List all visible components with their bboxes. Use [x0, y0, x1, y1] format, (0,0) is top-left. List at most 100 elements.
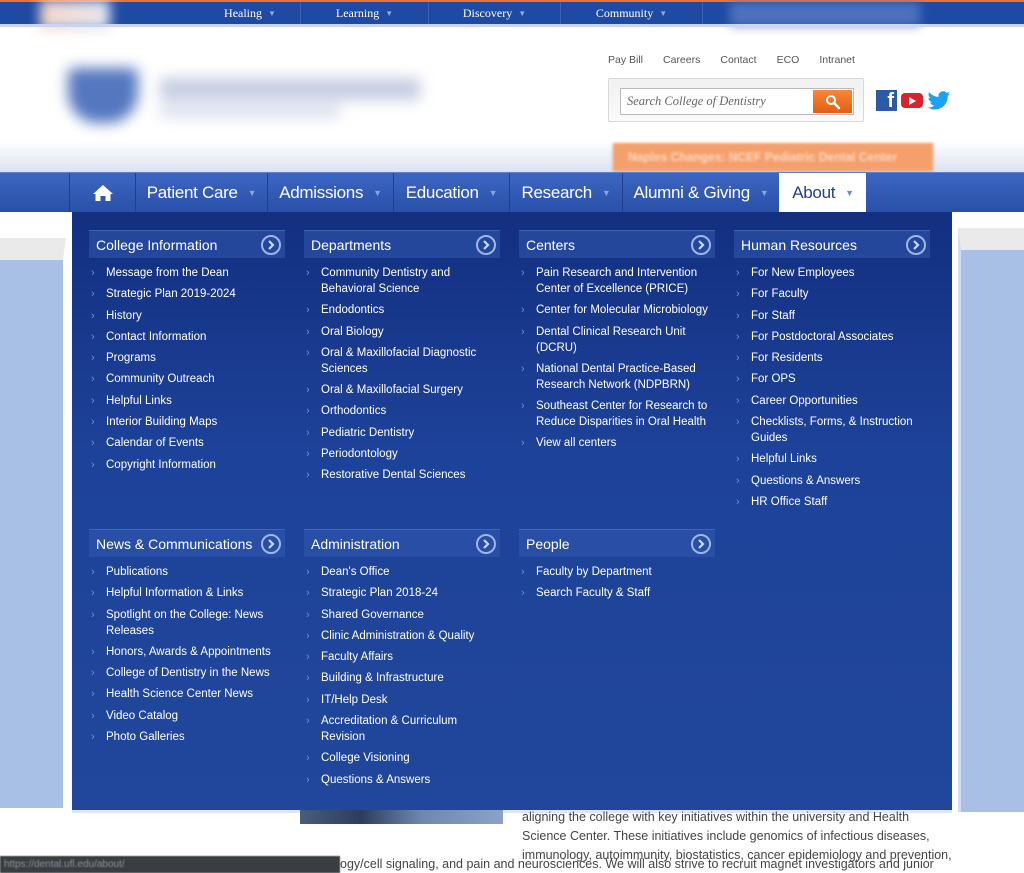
menu-link[interactable]: › Accreditation & Curriculum Revision [304, 713, 500, 745]
menu-link[interactable]: › Community Outreach [89, 371, 285, 387]
circle-arrow-right-icon[interactable] [906, 234, 926, 255]
column-heading[interactable]: Human Resources [734, 230, 930, 258]
menu-link[interactable]: › For Postdoctoral Associates [734, 329, 930, 345]
menu-link[interactable]: › Health Science Center News [89, 686, 285, 702]
column-heading[interactable]: College Information [89, 230, 285, 258]
menu-link[interactable]: › Dean's Office [304, 564, 500, 580]
menu-link[interactable]: › Faculty Affairs [304, 649, 500, 665]
top-nav-learning[interactable]: Learning ▼ [301, 2, 429, 24]
circle-arrow-right-icon[interactable] [261, 234, 281, 255]
menu-link[interactable]: › For Faculty [734, 286, 930, 302]
menu-link[interactable]: › Video Catalog [89, 708, 285, 724]
menu-link[interactable]: › Contact Information [89, 329, 285, 345]
menu-column-college-information: College Information › Message from the Dea… [89, 230, 285, 478]
column-heading[interactable]: Administration [304, 529, 500, 557]
menu-link[interactable]: › For Staff [734, 308, 930, 324]
menu-link[interactable]: › Periodontology [304, 446, 500, 462]
top-nav-community[interactable]: Community ▼ [561, 2, 703, 24]
menu-link[interactable]: › Dental Clinical Research Unit (DCRU) [519, 324, 715, 356]
menu-link[interactable]: › Spotlight on the College: News Releases [89, 607, 285, 639]
facebook-icon[interactable]: f [876, 90, 897, 111]
chevron-right-icon: › [736, 416, 740, 429]
home-button[interactable] [69, 173, 135, 212]
menu-link[interactable]: › IT/Help Desk [304, 692, 500, 708]
menu-link[interactable]: › College Visioning [304, 750, 500, 766]
nav-about[interactable]: About ▼ [779, 173, 866, 212]
menu-link[interactable]: › Oral & Maxillofacial Surgery [304, 382, 500, 398]
menu-link[interactable]: › Helpful Links [734, 451, 930, 467]
search-button[interactable] [813, 90, 852, 113]
menu-link[interactable]: › Questions & Answers [734, 473, 930, 489]
intranet-link[interactable]: Intranet [819, 54, 855, 66]
menu-link-label: History [106, 309, 142, 322]
chevron-right-icon: › [91, 416, 95, 429]
caret-down-icon: ▼ [845, 187, 854, 198]
search-input[interactable] [621, 89, 811, 114]
college-logo[interactable] [60, 60, 430, 140]
twitter-icon[interactable] [927, 90, 951, 111]
menu-link[interactable]: › Endodontics [304, 302, 500, 318]
menu-link[interactable]: › View all centers [519, 435, 715, 451]
menu-link[interactable]: › Calendar of Events [89, 435, 285, 451]
eco-link[interactable]: ECO [777, 54, 800, 66]
menu-link[interactable]: › National Dental Practice-Based Research… [519, 361, 715, 393]
menu-link[interactable]: › Checklists, Forms, & Instruction Guides [734, 414, 930, 446]
circle-arrow-right-icon[interactable] [476, 533, 496, 554]
menu-link[interactable]: › For Residents [734, 350, 930, 366]
top-nav-healing[interactable]: Healing ▼ [200, 2, 301, 24]
circle-arrow-right-icon[interactable] [476, 234, 496, 255]
careers-link[interactable]: Careers [663, 54, 700, 66]
menu-link[interactable]: › Helpful Links [89, 393, 285, 409]
nav-education[interactable]: Education ▼ [393, 173, 509, 212]
nav-alumni-giving[interactable]: Alumni & Giving ▼ [622, 173, 779, 212]
menu-link[interactable]: › Shared Governance [304, 607, 500, 623]
contact-link[interactable]: Contact [720, 54, 756, 66]
menu-link[interactable]: › Career Opportunities [734, 393, 930, 409]
top-nav-discovery[interactable]: Discovery ▼ [429, 2, 561, 24]
menu-column-human-resources: Human Resources › For New Employees › For Fa… [734, 230, 930, 515]
nav-admissions[interactable]: Admissions ▼ [267, 173, 393, 212]
menu-link[interactable]: › Strategic Plan 2018-24 [304, 585, 500, 601]
menu-link[interactable]: › Oral & Maxillofacial Diagnostic Science… [304, 345, 500, 377]
menu-link[interactable]: › Clinic Administration & Quality [304, 628, 500, 644]
youtube-icon[interactable] [901, 93, 923, 108]
status-bar-url: https://dental.ufl.edu/about/ [0, 856, 340, 873]
menu-link[interactable]: › History [89, 308, 285, 324]
menu-link[interactable]: › For New Employees [734, 265, 930, 281]
menu-link[interactable]: › Interior Building Maps [89, 414, 285, 430]
menu-link[interactable]: › Faculty by Department [519, 564, 715, 580]
menu-link[interactable]: › Orthodontics [304, 403, 500, 419]
menu-link[interactable]: › Pediatric Dentistry [304, 425, 500, 441]
nav-patient-care[interactable]: Patient Care ▼ [135, 173, 267, 212]
menu-link[interactable]: › Copyright Information [89, 457, 285, 473]
menu-link[interactable]: › Center for Molecular Microbiology [519, 302, 715, 318]
menu-link[interactable]: › Questions & Answers [304, 772, 500, 788]
circle-arrow-right-icon[interactable] [691, 533, 711, 554]
column-heading[interactable]: Centers [519, 230, 715, 258]
column-heading[interactable]: News & Communications [89, 529, 285, 557]
pay-bill-link[interactable]: Pay Bill [608, 54, 643, 66]
menu-link[interactable]: › Restorative Dental Sciences [304, 467, 500, 483]
menu-link[interactable]: › Programs [89, 350, 285, 366]
menu-link[interactable]: › Oral Biology [304, 324, 500, 340]
alert-banner[interactable]: Naples Changes: NCEF Pediatric Dental Ce… [613, 143, 933, 171]
circle-arrow-right-icon[interactable] [691, 234, 711, 255]
menu-link[interactable]: › For OPS [734, 371, 930, 387]
menu-link[interactable]: › Community Dentistry and Behavioral Scie… [304, 265, 500, 297]
menu-link[interactable]: › Helpful Information & Links [89, 585, 285, 601]
circle-arrow-right-icon[interactable] [261, 533, 281, 554]
menu-link[interactable]: › HR Office Staff [734, 494, 930, 510]
menu-link[interactable]: › Photo Galleries [89, 729, 285, 745]
menu-link[interactable]: › Strategic Plan 2019-2024 [89, 286, 285, 302]
menu-link[interactable]: › Message from the Dean [89, 265, 285, 281]
menu-link[interactable]: › Southeast Center for Research to Reduce… [519, 398, 715, 430]
nav-research[interactable]: Research ▼ [509, 173, 622, 212]
menu-link[interactable]: › Search Faculty & Staff [519, 585, 715, 601]
menu-link[interactable]: › Building & Infrastructure [304, 670, 500, 686]
column-heading[interactable]: Departments [304, 230, 500, 258]
menu-link[interactable]: › Honors, Awards & Appointments [89, 644, 285, 660]
column-heading[interactable]: People [519, 529, 715, 557]
menu-link[interactable]: › Publications [89, 564, 285, 580]
menu-link[interactable]: › Pain Research and Intervention Center o… [519, 265, 715, 297]
menu-link[interactable]: › College of Dentistry in the News [89, 665, 285, 681]
